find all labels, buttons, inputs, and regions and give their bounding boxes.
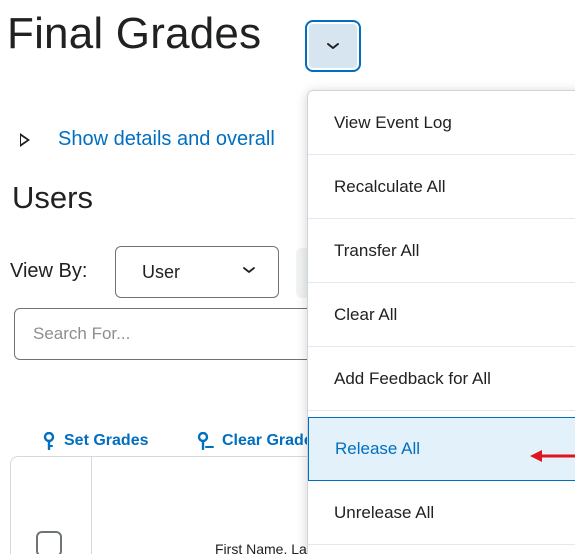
set-grades-label: Set Grades bbox=[64, 432, 149, 449]
red-arrow-icon bbox=[530, 450, 575, 462]
show-details-label: Show details and overall bbox=[58, 128, 275, 150]
grades-table: First Name, Last Name bbox=[10, 456, 359, 554]
menu-item-transfer-all[interactable]: Transfer All bbox=[308, 219, 575, 283]
set-grades-button[interactable]: Set Grades bbox=[42, 432, 148, 450]
page-title: Final Grades bbox=[7, 9, 262, 58]
section-heading: Users bbox=[12, 180, 93, 215]
title-menu-button[interactable] bbox=[305, 20, 361, 72]
column-divider bbox=[91, 457, 92, 554]
menu-item-unrelease-all[interactable]: Unrelease All bbox=[308, 481, 575, 545]
search-input[interactable] bbox=[14, 308, 334, 360]
select-all-checkbox[interactable] bbox=[36, 531, 62, 554]
menu-item-add-feedback-for-all[interactable]: Add Feedback for All bbox=[308, 347, 575, 411]
final-grades-page: Final Grades Show details and overall Us… bbox=[0, 0, 575, 554]
menu-item-clear-all[interactable]: Clear All bbox=[308, 283, 575, 347]
chevron-down-icon bbox=[327, 43, 339, 49]
view-by-selected-value: User bbox=[142, 261, 181, 282]
triangle-right-icon bbox=[20, 132, 30, 147]
view-by-label: View By: bbox=[10, 260, 88, 282]
actions-dropdown-menu: View Event Log Recalculate All Transfer … bbox=[307, 90, 575, 554]
pin-icon bbox=[43, 432, 55, 450]
pin-minus-icon bbox=[197, 432, 214, 450]
show-details-toggle[interactable]: Show details and overall bbox=[20, 128, 275, 151]
menu-item-recalculate-all[interactable]: Recalculate All bbox=[308, 155, 575, 219]
clear-grades-button[interactable]: Clear Grades bbox=[196, 432, 322, 450]
menu-item-view-event-log[interactable]: View Event Log bbox=[308, 91, 575, 155]
chevron-down-icon bbox=[243, 267, 255, 273]
view-by-select[interactable]: User bbox=[115, 246, 279, 298]
